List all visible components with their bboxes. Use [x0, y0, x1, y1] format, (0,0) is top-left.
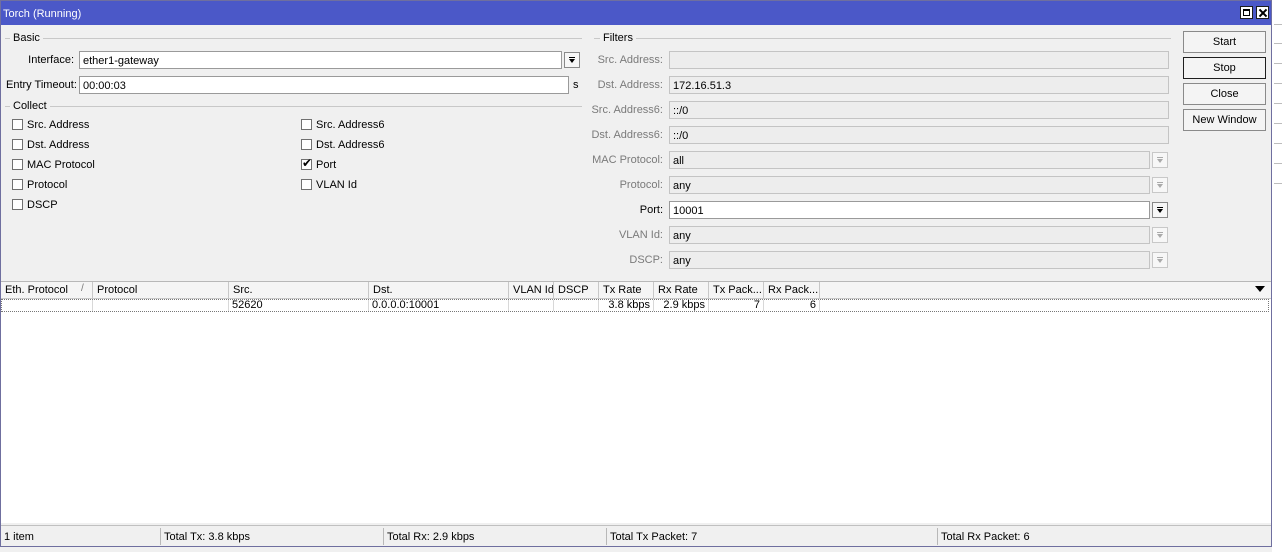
src-address-filter-input[interactable]: [669, 51, 1169, 69]
dscp-checkbox[interactable]: [12, 199, 23, 210]
dst-address-filter-input[interactable]: 172.16.51.3: [669, 76, 1169, 94]
dst-address6-filter-label: Dst. Address6:: [591, 129, 663, 141]
src-address-filter-label: Src. Address:: [597, 54, 663, 66]
interface-select[interactable]: ether1-gateway: [79, 51, 562, 69]
cell-dst: 0.0.0.0:10001: [369, 300, 509, 311]
vlan-id-checkbox[interactable]: [301, 179, 312, 190]
start-button[interactable]: Start: [1183, 31, 1266, 53]
dst-address6-checkbox[interactable]: [301, 139, 312, 150]
vlan-id-label: VLAN Id: [316, 179, 357, 191]
src-address6-filter-input[interactable]: ::/0: [669, 101, 1169, 119]
port-checkbox[interactable]: ✔: [301, 156, 313, 170]
col-tx-packets[interactable]: Tx Pack...: [709, 282, 764, 298]
sort-indicator-icon: /: [81, 283, 84, 294]
protocol-dropdown-icon[interactable]: [1152, 177, 1168, 193]
col-dst[interactable]: Dst.: [369, 282, 509, 298]
column-menu-icon[interactable]: [1255, 286, 1265, 292]
col-dscp[interactable]: DSCP: [554, 282, 599, 298]
mac-protocol-dropdown-icon[interactable]: [1152, 152, 1168, 168]
results-table: Eth. Protocol / Protocol Src. Dst. VLAN …: [1, 281, 1271, 523]
protocol-label: Protocol: [27, 179, 68, 191]
stop-button[interactable]: Stop: [1183, 57, 1266, 79]
cell-rx-rate: 2.9 kbps: [654, 300, 709, 311]
src-address6-filter-label: Src. Address6:: [591, 104, 663, 116]
interface-label: Interface:: [28, 54, 74, 66]
cell-vlan-id: [509, 300, 554, 311]
col-eth-protocol-label: Eth. Protocol: [5, 284, 68, 296]
col-tx-rate[interactable]: Tx Rate: [599, 282, 654, 298]
col-src[interactable]: Src.: [229, 282, 369, 298]
vlan-id-filter-label: VLAN Id:: [618, 229, 663, 241]
filters-group-line: [594, 38, 1171, 39]
port-filter-select[interactable]: 10001: [669, 201, 1150, 219]
collect-group-line: [5, 106, 582, 107]
col-vlan-id[interactable]: VLAN Id: [509, 282, 554, 298]
protocol-filter-label: Protocol:: [619, 179, 663, 191]
src-address6-label: Src. Address6: [316, 119, 385, 131]
dst-address-checkbox[interactable]: [12, 139, 23, 150]
window-title: Torch (Running): [3, 8, 82, 20]
torch-window: Torch (Running) Basic Interface: ether1-…: [0, 0, 1272, 547]
dscp-dropdown-icon[interactable]: [1152, 252, 1168, 268]
vlan-id-filter-select[interactable]: any: [669, 226, 1150, 244]
status-total-rx-packet: Total Rx Packet: 6: [937, 528, 1271, 545]
src-address-checkbox[interactable]: [12, 119, 23, 130]
cell-src: 52620: [229, 300, 369, 311]
cell-eth-protocol: [2, 300, 93, 311]
dst-address6-label: Dst. Address6: [316, 139, 385, 151]
maximize-icon[interactable]: [1240, 6, 1253, 19]
vlan-id-dropdown-icon[interactable]: [1152, 227, 1168, 243]
port-filter-label: Port:: [639, 204, 663, 216]
entry-timeout-label: Entry Timeout:: [6, 79, 77, 91]
status-item-count: 1 item: [4, 531, 34, 543]
cell-protocol: [93, 300, 229, 311]
background-window-edge: [1272, 0, 1282, 552]
protocol-filter-select[interactable]: any: [669, 176, 1150, 194]
dst-address6-filter-input[interactable]: ::/0: [669, 126, 1169, 144]
mac-protocol-label: MAC Protocol: [27, 159, 95, 171]
close-button[interactable]: Close: [1183, 83, 1266, 105]
cell-tx-packets: 7: [709, 300, 764, 311]
protocol-checkbox[interactable]: [12, 179, 23, 190]
dscp-label: DSCP: [27, 199, 58, 211]
status-total-tx: Total Tx: 3.8 kbps: [160, 528, 383, 545]
entry-timeout-input[interactable]: 00:00:03: [79, 76, 569, 94]
checkmark-icon: ✔: [302, 156, 313, 170]
dscp-filter-label: DSCP:: [629, 254, 663, 266]
cell-tx-rate: 3.8 kbps: [599, 300, 654, 311]
collect-group-title: Collect: [10, 100, 50, 112]
status-bar: 1 item Total Tx: 3.8 kbps Total Rx: 2.9 …: [1, 525, 1271, 546]
title-bar[interactable]: Torch (Running): [1, 1, 1271, 25]
col-rx-rate[interactable]: Rx Rate: [654, 282, 709, 298]
src-address6-checkbox[interactable]: [301, 119, 312, 130]
mac-protocol-filter-label: MAC Protocol:: [592, 154, 663, 166]
table-header: Eth. Protocol / Protocol Src. Dst. VLAN …: [1, 282, 1271, 299]
status-total-tx-packet: Total Tx Packet: 7: [606, 528, 937, 545]
src-address-label: Src. Address: [27, 119, 90, 131]
mac-protocol-checkbox[interactable]: [12, 159, 23, 170]
new-window-button[interactable]: New Window: [1183, 109, 1266, 131]
status-total-rx: Total Rx: 2.9 kbps: [383, 528, 606, 545]
col-rx-packets[interactable]: Rx Pack...: [764, 282, 820, 298]
cell-rx-packets: 6: [764, 300, 820, 311]
mac-protocol-filter-select[interactable]: all: [669, 151, 1150, 169]
dst-address-label: Dst. Address: [27, 139, 90, 151]
filters-group-title: Filters: [600, 32, 636, 44]
basic-group-title: Basic: [10, 32, 43, 44]
table-row[interactable]: 52620 0.0.0.0:10001 3.8 kbps 2.9 kbps 7 …: [1, 299, 1269, 312]
cell-dscp: [554, 300, 599, 311]
col-protocol[interactable]: Protocol: [93, 282, 229, 298]
port-label: Port: [316, 159, 337, 171]
close-window-icon[interactable]: [1256, 6, 1269, 19]
basic-group-line: [5, 38, 582, 39]
col-eth-protocol[interactable]: Eth. Protocol /: [1, 282, 93, 298]
dst-address-filter-label: Dst. Address:: [597, 79, 663, 91]
dscp-filter-select[interactable]: any: [669, 251, 1150, 269]
port-dropdown-icon[interactable]: [1152, 202, 1168, 218]
